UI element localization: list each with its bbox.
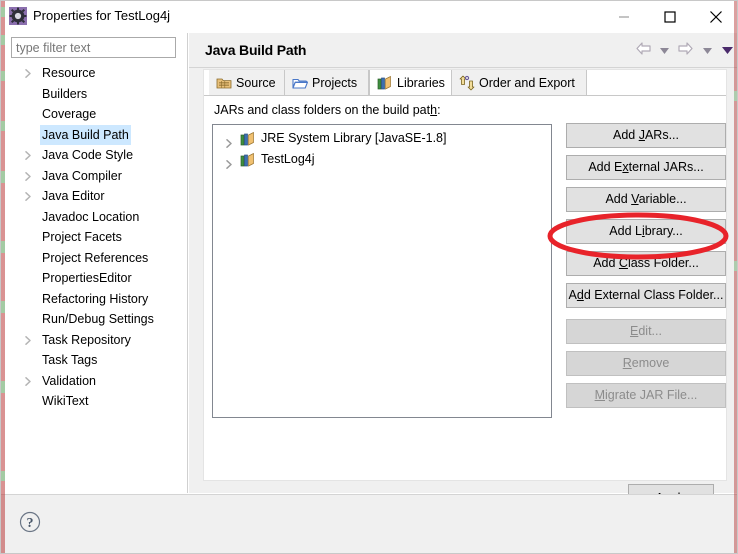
maximize-button[interactable] bbox=[647, 1, 693, 32]
back-history-chevron-down-icon[interactable] bbox=[659, 43, 669, 57]
sidebar-item-label: Java Build Path bbox=[40, 124, 131, 145]
sidebar-item-propertieseditor[interactable]: PropertiesEditor bbox=[7, 268, 183, 289]
sidebar-item-label: Project References bbox=[42, 250, 149, 265]
sidebar-item-label: Run/Debug Settings bbox=[42, 312, 154, 326]
forward-history-chevron-down-icon[interactable] bbox=[702, 43, 712, 57]
sidebar-item-project-facets[interactable]: Project Facets bbox=[7, 227, 183, 248]
chevron-right-icon[interactable] bbox=[23, 186, 35, 207]
sidebar-item-label: Refactoring History bbox=[42, 291, 149, 306]
view-menu-chevron-down-icon[interactable] bbox=[722, 43, 733, 57]
sidebar-item-label: PropertiesEditor bbox=[42, 271, 132, 285]
tab-source[interactable]: Source bbox=[209, 70, 285, 96]
left-edge-artifact bbox=[1, 1, 5, 553]
sidebar-item-java-compiler[interactable]: Java Compiler bbox=[7, 166, 183, 187]
chevron-right-icon[interactable] bbox=[23, 330, 35, 351]
tab-label: Order and Export bbox=[479, 76, 575, 90]
properties-dialog: Properties for TestLog4j Resource Builder… bbox=[0, 0, 738, 554]
sidebar-item-resource[interactable]: Resource bbox=[7, 63, 183, 84]
books-icon bbox=[240, 152, 256, 168]
sidebar-item-label: Validation bbox=[42, 373, 96, 388]
sidebar-item-wikitext[interactable]: WikiText bbox=[7, 391, 183, 412]
sidebar-item-label: Task Repository bbox=[42, 332, 131, 347]
close-button[interactable] bbox=[693, 1, 737, 32]
add-class-folder-button[interactable]: Add Class Folder... bbox=[566, 251, 726, 276]
add-external-jars-button[interactable]: Add External JARs... bbox=[566, 155, 726, 180]
sidebar-item-java-code-style[interactable]: Java Code Style bbox=[7, 145, 183, 166]
sidebar-item-label: Project Facets bbox=[42, 230, 122, 244]
build-path-card: Source Projects Libraries Order and Export … bbox=[203, 69, 727, 511]
tab-projects[interactable]: Projects bbox=[285, 70, 369, 96]
tab-label: Projects bbox=[312, 76, 358, 90]
chevron-right-icon[interactable] bbox=[225, 134, 235, 148]
filter-input[interactable] bbox=[11, 37, 176, 58]
books-icon bbox=[240, 131, 256, 147]
help-icon[interactable]: ? bbox=[19, 511, 41, 533]
sidebar-item-coverage[interactable]: Coverage bbox=[7, 104, 183, 125]
add-jars-button[interactable]: Add JARs... bbox=[566, 123, 726, 148]
add-variable-button[interactable]: Add Variable... bbox=[566, 187, 726, 212]
settings-tree[interactable]: Resource Builders Coverage Java Build Path J… bbox=[7, 63, 183, 493]
library-list-item[interactable]: JRE System Library [JavaSE-1.8] bbox=[213, 128, 551, 149]
chevron-right-icon[interactable] bbox=[23, 63, 35, 84]
migrate-jar-file-button: Migrate JAR File... bbox=[566, 383, 726, 408]
properties-gear-icon bbox=[9, 7, 27, 25]
libraries-list[interactable]: JRE System Library [JavaSE-1.8] TestLog4j bbox=[212, 124, 552, 418]
sidebar-item-label: WikiText bbox=[42, 394, 89, 408]
chevron-right-icon[interactable] bbox=[23, 166, 35, 187]
sidebar-item-label: Java Compiler bbox=[42, 168, 122, 183]
sidebar-item-java-editor[interactable]: Java Editor bbox=[7, 186, 183, 207]
title-bar: Properties for TestLog4j bbox=[1, 1, 737, 32]
add-external-class-folder-button[interactable]: Add External Class Folder... bbox=[566, 283, 726, 308]
sidebar-item-task-tags[interactable]: Task Tags bbox=[7, 350, 183, 371]
sidebar-item-run-debug-settings[interactable]: Run/Debug Settings bbox=[7, 309, 183, 330]
chevron-right-icon[interactable] bbox=[23, 371, 35, 392]
source-folder-icon bbox=[216, 75, 232, 91]
sidebar-item-refactoring-history[interactable]: Refactoring History bbox=[7, 289, 183, 310]
sidebar-item-javadoc-location[interactable]: Javadoc Location bbox=[7, 207, 183, 228]
remove-button: Remove bbox=[566, 351, 726, 376]
edit-button: Edit... bbox=[566, 319, 726, 344]
tab-underline bbox=[204, 95, 726, 96]
project-folder-icon bbox=[292, 75, 308, 91]
order-arrows-icon bbox=[459, 75, 475, 91]
page-title-divider bbox=[189, 67, 737, 68]
back-arrow-icon[interactable] bbox=[635, 41, 652, 59]
library-list-item-label: TestLog4j bbox=[261, 152, 315, 166]
sidebar-item-task-repository[interactable]: Task Repository bbox=[7, 330, 183, 351]
sidebar-item-java-build-path[interactable]: Java Build Path bbox=[7, 124, 183, 145]
chevron-right-icon[interactable] bbox=[225, 155, 235, 169]
footer-bar: ? http://blog.csdn.net/bakBeom Apply and… bbox=[1, 495, 737, 553]
chevron-right-icon[interactable] bbox=[23, 145, 35, 166]
page-title: Java Build Path bbox=[205, 42, 307, 58]
window-title: Properties for TestLog4j bbox=[33, 8, 171, 23]
svg-text:?: ? bbox=[27, 516, 34, 531]
minimize-button[interactable] bbox=[601, 1, 647, 32]
sidebar-item-label: Java Editor bbox=[42, 189, 105, 203]
sidebar-item-label: Coverage bbox=[42, 107, 97, 121]
library-list-item[interactable]: TestLog4j bbox=[213, 149, 551, 170]
sidebar-item-label: Java Code Style bbox=[42, 148, 134, 162]
add-library-button[interactable]: Add Library... bbox=[566, 219, 726, 244]
sidebar-item-validation[interactable]: Validation bbox=[7, 371, 183, 392]
build-path-tabs[interactable]: Source Projects Libraries Order and Export bbox=[204, 70, 726, 96]
sidebar-item-label: Resource bbox=[42, 66, 96, 80]
section-label: JARs and class folders on the build path… bbox=[214, 103, 441, 117]
sidebar-item-label: Task Tags bbox=[42, 353, 98, 367]
sidebar-item-project-references[interactable]: Project References bbox=[7, 248, 183, 269]
page-navigation bbox=[635, 41, 733, 63]
sidebar-item-builders[interactable]: Builders bbox=[7, 84, 183, 105]
forward-arrow-icon[interactable] bbox=[677, 41, 694, 59]
tab-libraries[interactable]: Libraries bbox=[369, 70, 452, 96]
sidebar-item-label: Javadoc Location bbox=[42, 209, 140, 224]
tab-label: Source bbox=[236, 76, 276, 90]
page-pane: Java Build Path Source Projects Librarie… bbox=[189, 33, 737, 511]
sidebar-item-label: Builders bbox=[42, 86, 88, 101]
library-list-item-label: JRE System Library [JavaSE-1.8] bbox=[261, 131, 447, 145]
tab-order-and-export[interactable]: Order and Export bbox=[452, 70, 587, 96]
books-icon bbox=[377, 75, 393, 91]
pane-divider bbox=[187, 33, 188, 493]
tab-label: Libraries bbox=[397, 76, 445, 90]
